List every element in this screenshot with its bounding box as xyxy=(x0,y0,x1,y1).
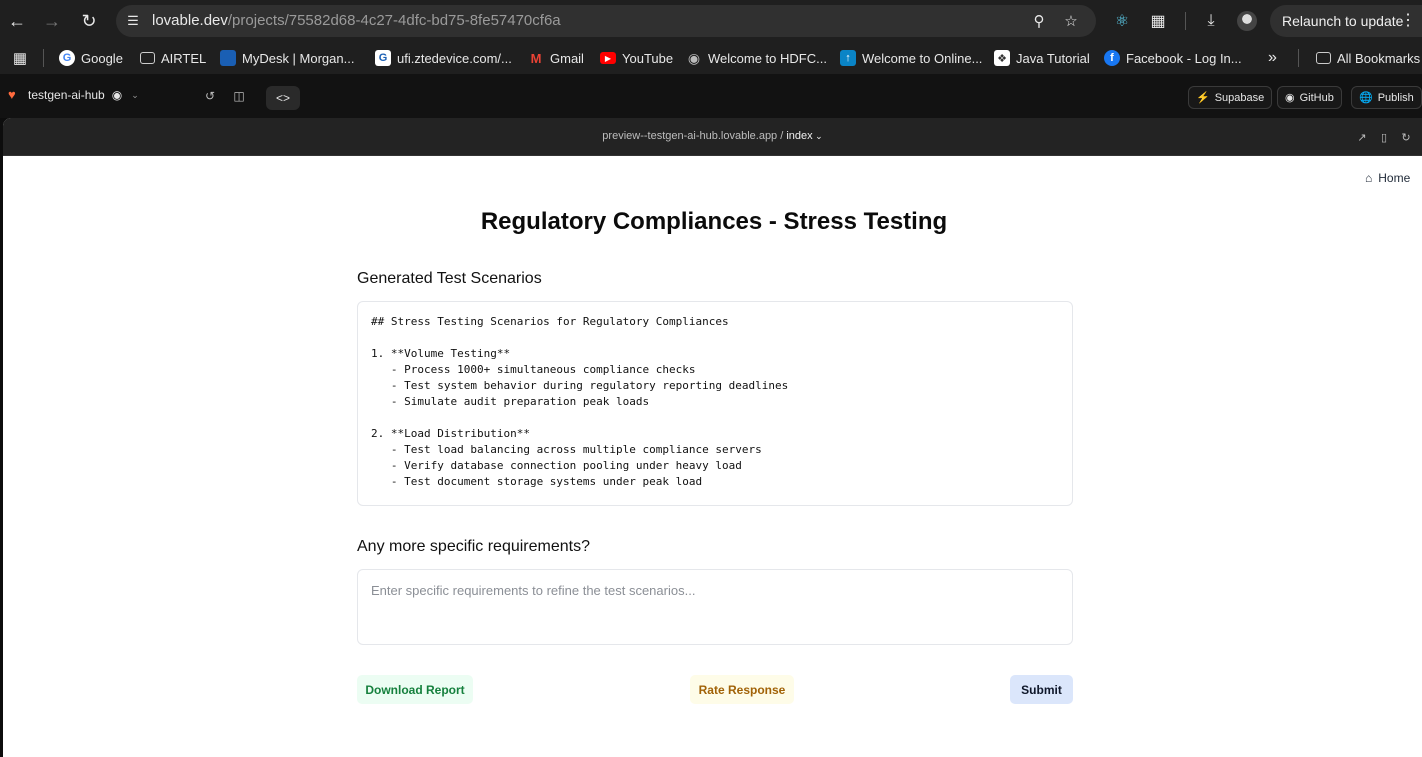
open-external-icon[interactable]: ↗ xyxy=(1355,130,1369,144)
address-bar[interactable]: ☰ lovable.dev/projects/75582d68-4c27-4df… xyxy=(116,5,1096,37)
submit-button[interactable]: Submit xyxy=(1010,675,1073,704)
github-button[interactable]: ◉ GitHub xyxy=(1277,86,1342,109)
project-switcher[interactable]: ♥ testgen-ai-hub ◉ ⌄ xyxy=(8,87,139,103)
bookmark-mydesk[interactable]: MyDesk | Morgan... xyxy=(220,49,354,67)
publish-button[interactable]: 🌐 Publish xyxy=(1351,86,1422,109)
code-icon: <> xyxy=(275,91,290,105)
bookmarks-divider xyxy=(43,49,44,67)
extensions-icon[interactable]: ▦ xyxy=(1147,10,1169,32)
home-icon: ⌂ xyxy=(1365,171,1373,185)
forward-arrow-icon[interactable]: → xyxy=(40,9,64,33)
refresh-preview-icon[interactable]: ↻ xyxy=(1399,130,1413,144)
search-icon[interactable]: ⚲ xyxy=(1030,12,1048,30)
bookmark-star-icon[interactable]: ☆ xyxy=(1062,12,1080,30)
page-content: ⌂ Home Regulatory Compliances - Stress Te… xyxy=(3,156,1422,757)
url-text[interactable]: lovable.dev/projects/75582d68-4c27-4dfc-… xyxy=(152,12,561,29)
mobile-view-icon[interactable]: ▯ xyxy=(1377,130,1391,144)
preview-url[interactable]: preview--testgen-ai-hub.lovable.app / in… xyxy=(3,130,1422,142)
page-title: Regulatory Compliances - Stress Testing xyxy=(480,208,948,235)
profile-avatar[interactable] xyxy=(1237,11,1257,31)
scenarios-output: ## Stress Testing Scenarios for Regulato… xyxy=(357,301,1073,506)
download-report-button[interactable]: Download Report xyxy=(357,675,473,704)
all-bookmarks[interactable]: All Bookmarks xyxy=(1316,49,1420,67)
reload-icon[interactable]: ↻ xyxy=(77,9,101,33)
relaunch-button[interactable]: Relaunch to update ⋮ xyxy=(1270,5,1422,37)
public-globe-icon: ◉ xyxy=(111,88,123,102)
globe-icon: 🌐 xyxy=(1359,92,1373,104)
browser-toolbar: ← → ↻ ☰ lovable.dev/projects/75582d68-4c… xyxy=(0,0,1422,42)
bookmark-google[interactable]: G Google xyxy=(59,49,123,67)
zte-icon: G xyxy=(375,50,391,66)
download-icon[interactable]: ⤓ xyxy=(1200,10,1222,32)
react-devtools-icon[interactable]: ⚛ xyxy=(1111,10,1133,32)
history-icon[interactable]: ↺ xyxy=(202,88,218,104)
bookmark-java-tutorial[interactable]: ❖ Java Tutorial xyxy=(994,49,1090,67)
toolbar-divider xyxy=(1185,12,1186,30)
requirements-input[interactable] xyxy=(357,569,1073,645)
google-icon: G xyxy=(59,50,75,66)
facebook-icon: f xyxy=(1104,50,1120,66)
route-chevron-icon: ⌄ xyxy=(812,131,823,141)
folder-icon xyxy=(140,52,155,64)
bookmark-online[interactable]: ↑ Welcome to Online... xyxy=(840,49,982,67)
bookmark-ztedevice[interactable]: Gufi.ztedevice.com/... xyxy=(375,49,512,67)
project-name: testgen-ai-hub xyxy=(28,88,105,102)
supabase-button[interactable]: ⚡ Supabase xyxy=(1188,86,1273,109)
bookmark-youtube[interactable]: ▶ YouTube xyxy=(600,49,673,67)
apps-grid-icon[interactable]: ▦ xyxy=(12,49,34,67)
bookmark-facebook[interactable]: f Facebook - Log In... xyxy=(1104,49,1242,67)
code-view-button[interactable]: <> xyxy=(266,86,300,110)
back-arrow-icon[interactable]: ← xyxy=(5,9,29,33)
gmail-icon: M xyxy=(530,50,542,66)
folder-icon xyxy=(1316,52,1331,64)
scenarios-heading: Generated Test Scenarios xyxy=(357,270,542,287)
sidebar-toggle-icon[interactable]: ◫ xyxy=(231,88,247,104)
github-icon: ◉ xyxy=(1285,92,1295,104)
bookmarks-bar: ▦ G Google AIRTEL MyDesk | Morgan... Gufi… xyxy=(0,42,1422,74)
requirements-heading: Any more specific requirements? xyxy=(357,538,590,555)
bookmarks-divider-2 xyxy=(1298,49,1299,67)
menu-dots-icon[interactable]: ⋮ xyxy=(1400,5,1416,37)
bookmark-gmail[interactable]: M Gmail xyxy=(528,49,584,67)
online-icon: ↑ xyxy=(840,50,856,66)
java-icon: ❖ xyxy=(994,50,1010,66)
bookmark-airtel[interactable]: AIRTEL xyxy=(140,49,206,67)
rate-response-button[interactable]: Rate Response xyxy=(690,675,794,704)
chevron-down-icon: ⌄ xyxy=(131,89,139,100)
preview-url-bar: preview--testgen-ai-hub.lovable.app / in… xyxy=(3,118,1422,156)
home-link[interactable]: ⌂ Home xyxy=(1365,171,1410,185)
lovable-heart-icon: ♥ xyxy=(8,87,16,102)
morgan-icon xyxy=(220,50,236,66)
globe-icon: ◉ xyxy=(687,49,701,66)
site-settings-icon[interactable]: ☰ xyxy=(124,12,142,30)
supabase-icon: ⚡ xyxy=(1196,92,1210,104)
bookmark-hdfc[interactable]: ◉ Welcome to HDFC... xyxy=(686,49,827,67)
preview-frame: preview--testgen-ai-hub.lovable.app / in… xyxy=(3,118,1422,757)
more-bookmarks-icon[interactable]: » xyxy=(1268,49,1277,67)
youtube-icon: ▶ xyxy=(600,52,616,64)
